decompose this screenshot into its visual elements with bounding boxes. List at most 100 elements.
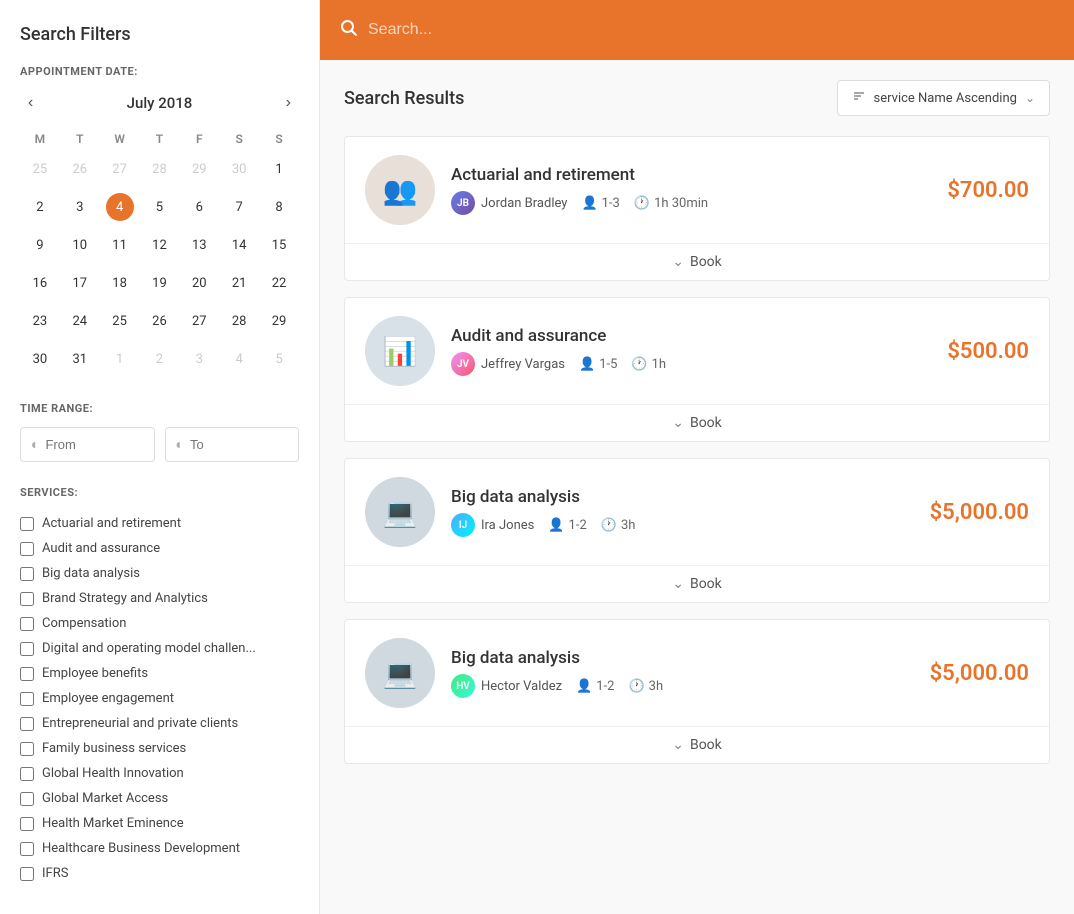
to-input[interactable] xyxy=(190,437,288,452)
duration-meta: 🕐3h xyxy=(601,518,636,533)
service-checkbox[interactable] xyxy=(20,767,34,781)
calendar-cell[interactable]: 24 xyxy=(60,302,100,340)
service-label: Actuarial and retirement xyxy=(42,516,181,531)
calendar-cell[interactable]: 18 xyxy=(100,264,140,302)
service-checkbox-item[interactable]: Global Health Innovation xyxy=(20,761,299,786)
calendar-cell[interactable]: 27 xyxy=(100,150,140,188)
calendar-cell[interactable]: 17 xyxy=(60,264,100,302)
card-info: Audit and assuranceJVJeffrey Vargas👤1-5🕐… xyxy=(451,326,931,376)
service-checkbox[interactable] xyxy=(20,567,34,581)
calendar-cell[interactable]: 13 xyxy=(179,226,219,264)
calendar-cell[interactable]: 16 xyxy=(20,264,60,302)
people-icon: 👤 xyxy=(548,518,564,533)
calendar-cell[interactable]: 29 xyxy=(259,302,299,340)
service-checkbox[interactable] xyxy=(20,842,34,856)
calendar-cell[interactable]: 30 xyxy=(20,340,60,378)
from-input[interactable] xyxy=(45,437,143,452)
calendar-cell[interactable]: 10 xyxy=(60,226,100,264)
calendar-cell[interactable]: 9 xyxy=(20,226,60,264)
service-checkbox[interactable] xyxy=(20,592,34,606)
service-checkbox[interactable] xyxy=(20,792,34,806)
capacity-meta: 👤1-2 xyxy=(576,679,614,694)
calendar-cell[interactable]: 26 xyxy=(140,302,180,340)
calendar-cell[interactable]: 4 xyxy=(219,340,259,378)
time-inputs: ◐ ◐ xyxy=(20,427,299,462)
service-checkbox-item[interactable]: Brand Strategy and Analytics xyxy=(20,586,299,611)
service-checkbox-item[interactable]: Family business services xyxy=(20,736,299,761)
book-row[interactable]: ⌄ Book xyxy=(345,565,1049,602)
calendar-cell[interactable]: 27 xyxy=(179,302,219,340)
service-checkbox[interactable] xyxy=(20,817,34,831)
service-checkbox[interactable] xyxy=(20,867,34,881)
calendar-cell[interactable]: 1 xyxy=(259,150,299,188)
prev-month-button[interactable]: ‹ xyxy=(20,90,41,116)
calendar-cell[interactable]: 28 xyxy=(140,150,180,188)
calendar-cell[interactable]: 6 xyxy=(179,188,219,226)
service-checkbox[interactable] xyxy=(20,617,34,631)
calendar-cell[interactable]: 22 xyxy=(259,264,299,302)
service-checkbox[interactable] xyxy=(20,642,34,656)
calendar-cell[interactable]: 28 xyxy=(219,302,259,340)
calendar-cell[interactable]: 14 xyxy=(219,226,259,264)
calendar-cell[interactable]: 3 xyxy=(60,188,100,226)
service-checkbox-item[interactable]: Employee benefits xyxy=(20,661,299,686)
provider-name: Jeffrey Vargas xyxy=(481,357,565,372)
service-label: Global Market Access xyxy=(42,791,168,806)
card-main: 💻Big data analysisHVHector Valdez👤1-2🕐3h… xyxy=(345,620,1049,726)
card-meta: JBJordan Bradley👤1-3🕐1h 30min xyxy=(451,191,931,215)
clock-icon: 🕐 xyxy=(631,357,647,372)
service-label: Global Health Innovation xyxy=(42,766,184,781)
calendar-cell[interactable]: 29 xyxy=(179,150,219,188)
service-checkbox-item[interactable]: Compensation xyxy=(20,611,299,636)
calendar-cell[interactable]: 1 xyxy=(100,340,140,378)
calendar-cell[interactable]: 31 xyxy=(60,340,100,378)
calendar-cell[interactable]: 15 xyxy=(259,226,299,264)
calendar-cell[interactable]: 11 xyxy=(100,226,140,264)
book-row[interactable]: ⌄ Book xyxy=(345,243,1049,280)
calendar-cell[interactable]: 26 xyxy=(60,150,100,188)
service-checkbox[interactable] xyxy=(20,717,34,731)
calendar-cell[interactable]: 7 xyxy=(219,188,259,226)
service-label: Compensation xyxy=(42,616,126,631)
services-label: SERVICES: xyxy=(20,486,299,499)
calendar-cell[interactable]: 2 xyxy=(140,340,180,378)
calendar-cell[interactable]: 21 xyxy=(219,264,259,302)
calendar-cell[interactable]: 5 xyxy=(259,340,299,378)
service-checkbox[interactable] xyxy=(20,742,34,756)
calendar-cell[interactable]: 25 xyxy=(20,150,60,188)
calendar-cell[interactable]: 3 xyxy=(179,340,219,378)
service-label: Health Market Eminence xyxy=(42,816,184,831)
service-checkbox-item[interactable]: Healthcare Business Development xyxy=(20,836,299,861)
calendar-cell[interactable]: 4 xyxy=(100,188,140,226)
service-checkbox-item[interactable]: Entrepreneurial and private clients xyxy=(20,711,299,736)
service-label: Family business services xyxy=(42,741,186,756)
calendar-cell[interactable]: 19 xyxy=(140,264,180,302)
calendar-cell[interactable]: 8 xyxy=(259,188,299,226)
sort-dropdown[interactable]: service Name Ascending ⌄ xyxy=(837,80,1050,116)
service-checkbox[interactable] xyxy=(20,692,34,706)
service-checkbox-item[interactable]: Actuarial and retirement xyxy=(20,511,299,536)
search-input[interactable] xyxy=(368,21,1054,39)
next-month-button[interactable]: › xyxy=(278,90,299,116)
service-checkbox-item[interactable]: Health Market Eminence xyxy=(20,811,299,836)
book-row[interactable]: ⌄ Book xyxy=(345,726,1049,763)
service-checkbox[interactable] xyxy=(20,517,34,531)
calendar-cell[interactable]: 5 xyxy=(140,188,180,226)
calendar-cell[interactable]: 2 xyxy=(20,188,60,226)
people-icon: 👤 xyxy=(576,679,592,694)
service-checkbox-item[interactable]: Digital and operating model challen... xyxy=(20,636,299,661)
card-price: $500.00 xyxy=(947,339,1029,364)
service-checkbox-item[interactable]: IFRS xyxy=(20,861,299,886)
calendar-cell[interactable]: 30 xyxy=(219,150,259,188)
service-checkbox[interactable] xyxy=(20,542,34,556)
book-row[interactable]: ⌄ Book xyxy=(345,404,1049,441)
calendar-cell[interactable]: 12 xyxy=(140,226,180,264)
calendar-cell[interactable]: 25 xyxy=(100,302,140,340)
calendar-cell[interactable]: 23 xyxy=(20,302,60,340)
service-checkbox-item[interactable]: Global Market Access xyxy=(20,786,299,811)
service-checkbox[interactable] xyxy=(20,667,34,681)
calendar-cell[interactable]: 20 xyxy=(179,264,219,302)
service-checkbox-item[interactable]: Employee engagement xyxy=(20,686,299,711)
service-checkbox-item[interactable]: Audit and assurance xyxy=(20,536,299,561)
service-checkbox-item[interactable]: Big data analysis xyxy=(20,561,299,586)
